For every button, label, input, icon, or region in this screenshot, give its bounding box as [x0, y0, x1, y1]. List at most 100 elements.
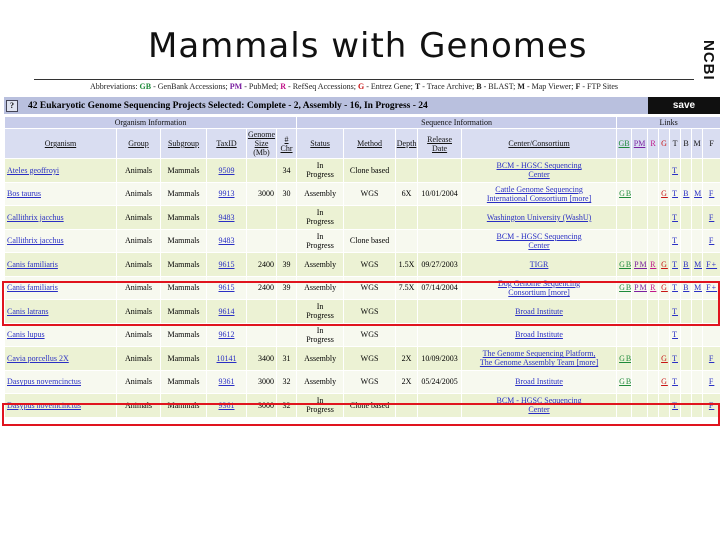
link-t[interactable]: T	[669, 205, 682, 230]
organism-link[interactable]: Callithrix jacchus	[4, 228, 117, 253]
link-m[interactable]	[691, 369, 704, 394]
link-gb[interactable]	[616, 393, 633, 418]
organism-link[interactable]: Cavia porcellus 2X	[4, 346, 117, 371]
link-r[interactable]	[647, 158, 660, 183]
link-pm[interactable]	[631, 346, 649, 371]
link-g[interactable]	[658, 299, 671, 324]
link-gb[interactable]	[616, 299, 633, 324]
link-f[interactable]: F+	[702, 252, 720, 277]
link-gb[interactable]	[616, 205, 633, 230]
link-b[interactable]	[680, 299, 693, 324]
link-gb[interactable]	[616, 228, 633, 253]
link-g[interactable]: G	[658, 252, 671, 277]
link-g[interactable]	[658, 322, 671, 347]
center-link[interactable]: Dog Genome Sequencing Consortium [more]	[461, 275, 618, 300]
taxid-link[interactable]: 9361	[206, 393, 247, 418]
link-b[interactable]	[680, 369, 693, 394]
link-f[interactable]: F	[702, 346, 720, 371]
link-t[interactable]: T	[669, 322, 682, 347]
taxid-link[interactable]: 9615	[206, 275, 247, 300]
link-b[interactable]	[680, 205, 693, 230]
link-b[interactable]: B	[680, 181, 693, 206]
taxid-link[interactable]: 9913	[206, 181, 247, 206]
link-m[interactable]	[691, 299, 704, 324]
taxid-link[interactable]: 9483	[206, 228, 247, 253]
help-icon[interactable]: ?	[6, 99, 18, 112]
link-t[interactable]: T	[669, 393, 682, 418]
link-g[interactable]	[658, 158, 671, 183]
organism-link[interactable]: Dasypus novemcinctus	[4, 369, 117, 394]
save-button[interactable]: save	[648, 97, 720, 114]
taxid-link[interactable]: 10141	[206, 346, 247, 371]
link-r[interactable]: R	[647, 252, 660, 277]
col-taxid[interactable]: TaxID	[206, 128, 247, 159]
link-t[interactable]: T	[669, 299, 682, 324]
link-pm[interactable]	[631, 205, 649, 230]
link-b[interactable]	[680, 346, 693, 371]
link-b[interactable]	[680, 322, 693, 347]
taxid-link[interactable]: 9509	[206, 158, 247, 183]
col-status[interactable]: Status	[296, 128, 345, 159]
link-pm[interactable]	[631, 158, 649, 183]
link-r[interactable]	[647, 181, 660, 206]
organism-link[interactable]: Callithrix jacchus	[4, 205, 117, 230]
link-pm[interactable]	[631, 369, 649, 394]
taxid-link[interactable]: 9614	[206, 299, 247, 324]
link-f[interactable]: F	[702, 393, 720, 418]
link-r[interactable]	[647, 369, 660, 394]
link-f[interactable]: F	[702, 181, 720, 206]
link-g[interactable]	[658, 393, 671, 418]
link-r[interactable]: R	[647, 275, 660, 300]
link-m[interactable]	[691, 346, 704, 371]
link-m[interactable]	[691, 322, 704, 347]
center-link[interactable]: The Genome Sequencing Platform, The Genom…	[461, 346, 618, 371]
organism-link[interactable]: Canis familiaris	[4, 275, 117, 300]
link-r[interactable]	[647, 205, 660, 230]
organism-link[interactable]: Canis lupus	[4, 322, 117, 347]
link-t[interactable]: T	[669, 346, 682, 371]
link-m[interactable]	[691, 158, 704, 183]
taxid-link[interactable]: 9483	[206, 205, 247, 230]
link-f[interactable]	[702, 158, 720, 183]
col-chr[interactable]: # Chr	[275, 128, 298, 159]
link-f[interactable]: F	[702, 369, 720, 394]
link-gb[interactable]: GB	[616, 275, 633, 300]
link-t[interactable]: T	[669, 252, 682, 277]
organism-link[interactable]: Ateles geoffroyi	[4, 158, 117, 183]
taxid-link[interactable]: 9361	[206, 369, 247, 394]
link-b[interactable]	[680, 228, 693, 253]
link-pm[interactable]	[631, 299, 649, 324]
link-gb[interactable]: GB	[616, 252, 633, 277]
link-g[interactable]: G	[658, 181, 671, 206]
link-m[interactable]: M	[691, 252, 704, 277]
link-f[interactable]: F	[702, 228, 720, 253]
link-t[interactable]: T	[669, 228, 682, 253]
taxid-link[interactable]: 9615	[206, 252, 247, 277]
link-pm[interactable]	[631, 393, 649, 418]
center-link[interactable]: BCM - HGSC Sequencing Center	[461, 393, 618, 418]
link-m[interactable]	[691, 228, 704, 253]
link-pm[interactable]	[631, 322, 649, 347]
col-organism[interactable]: Organism	[4, 128, 117, 159]
link-r[interactable]	[647, 393, 660, 418]
link-b[interactable]	[680, 393, 693, 418]
center-link[interactable]: Cattle Genome Sequencing International Co…	[461, 181, 618, 206]
link-b[interactable]	[680, 158, 693, 183]
organism-link[interactable]: Canis familiaris	[4, 252, 117, 277]
col-method[interactable]: Method	[343, 128, 397, 159]
link-b[interactable]: B	[680, 275, 693, 300]
link-g[interactable]	[658, 205, 671, 230]
link-m[interactable]: M	[691, 181, 704, 206]
link-t[interactable]: T	[669, 181, 682, 206]
link-f[interactable]	[702, 322, 720, 347]
organism-link[interactable]: Canis latrans	[4, 299, 117, 324]
link-pm[interactable]: PM	[631, 252, 649, 277]
link-r[interactable]	[647, 322, 660, 347]
organism-link[interactable]: Dasypus novemcinctus	[4, 393, 117, 418]
col-group[interactable]: Group	[116, 128, 161, 159]
organism-link[interactable]: Bos taurus	[4, 181, 117, 206]
col-genome-size[interactable]: Genome Size (Mb)	[246, 128, 277, 159]
link-f[interactable]: F+	[702, 275, 720, 300]
center-link[interactable]: Washington University (WashU)	[461, 205, 618, 230]
link-m[interactable]	[691, 205, 704, 230]
